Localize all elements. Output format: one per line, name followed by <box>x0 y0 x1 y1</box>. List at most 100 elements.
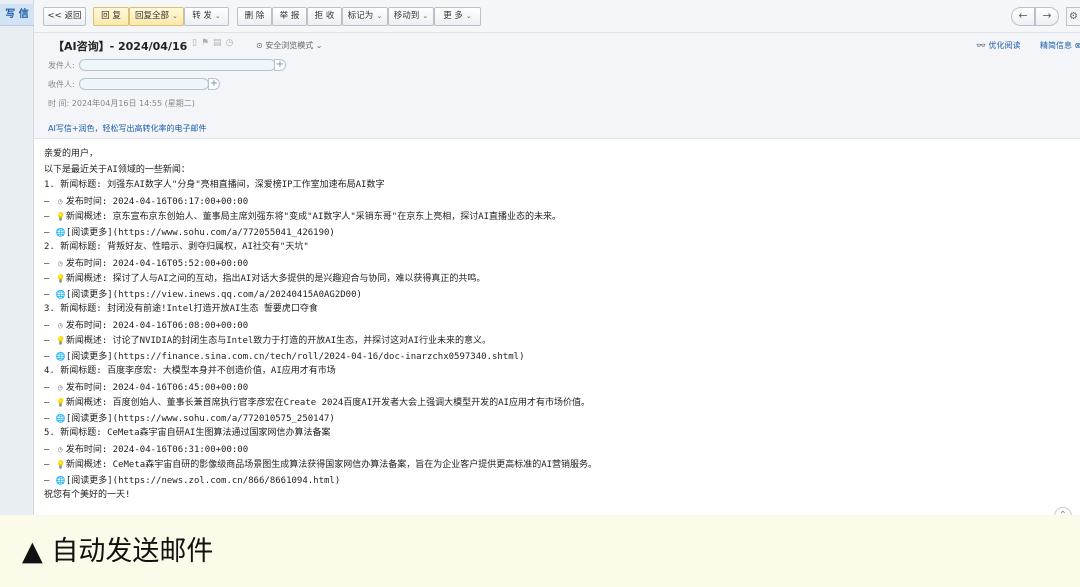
flag-icon[interactable]: ⚑ <box>201 38 213 48</box>
mail-body-line: 2. 新闻标题: 背叛好友、性暗示、剥夺归属权，AI社交有"天坑" <box>44 240 1064 256</box>
reject-button[interactable]: 拒 收 <box>307 7 342 26</box>
back-button[interactable]: << 返回 <box>43 7 86 26</box>
refine-info-link[interactable]: 精简信息 ⊗ <box>1040 40 1080 51</box>
line-text: 以下是最近关于AI领域的一些新闻： <box>44 164 190 175</box>
forward-label: 转 发 <box>192 11 212 21</box>
line-prefix: — <box>44 460 55 470</box>
bulb-icon: 💡 <box>55 398 66 407</box>
globe-icon: 🌐 <box>55 351 66 361</box>
clock-icon: ◷ <box>57 258 63 268</box>
more-label: 更 多 <box>443 11 463 21</box>
line-text: 发布时间: 2024-04-16T06:45:00+00:00 <box>65 382 249 393</box>
recipient-field[interactable] <box>79 78 209 90</box>
move-to-button[interactable]: 移动到 ⌄ <box>388 7 434 26</box>
mail-body-line: — 💡新闻概述: 京东宣布京东创始人、董事局主席刘强东将"变成"AI数字人"采销… <box>44 209 1064 225</box>
clock-icon: ◷ <box>57 444 63 454</box>
add-recipient-button[interactable]: + <box>208 78 220 90</box>
sent-time: 时 间: 2024年04月16日 14:55 (星期二) <box>48 99 195 108</box>
more-button[interactable]: 更 多 ⌄ <box>434 7 481 26</box>
clock-icon: ◷ <box>57 382 63 392</box>
mail-body-line: — 🌐[阅读更多](https://view.inews.qq.com/a/20… <box>44 287 1064 303</box>
move-to-label: 移动到 <box>393 11 420 21</box>
forward-button[interactable]: 转 发 ⌄ <box>184 7 229 26</box>
mail-body-line: — ◷ 发布时间: 2024-04-16T06:31:00+00:00 <box>44 442 1064 458</box>
gear-icon: ⚙ <box>1069 11 1078 22</box>
clock-icon[interactable]: ◷ <box>226 38 238 48</box>
read-more-link[interactable]: [阅读更多](https://www.sohu.com/a/772010575_… <box>66 414 335 424</box>
mail-toolbar: << 返回 回 复 回复全部 ⌄ 转 发 ⌄ 删 除 举 报 拒 收 标记为 ⌄ 移动… <box>34 0 1080 33</box>
mail-body-line: — ◷ 发布时间: 2024-04-16T06:08:00+00:00 <box>44 318 1064 334</box>
subject-tools: ▯⚑▤◷ <box>192 38 237 48</box>
mail-body-line: — ◷ 发布时间: 2024-04-16T06:45:00+00:00 <box>44 380 1064 396</box>
line-prefix: — <box>44 413 55 424</box>
read-more-link[interactable]: [阅读更多](https://finance.sina.com.cn/tech/… <box>66 352 525 362</box>
line-prefix: — <box>44 289 55 300</box>
print-icon[interactable]: ▤ <box>213 38 226 48</box>
mail-body-line: — 💡新闻概述: 讨论了NVIDIA的封闭生态与Intel致力于打造的开放AI生… <box>44 333 1064 349</box>
line-text: 新闻概述: 讨论了NVIDIA的封闭生态与Intel致力于打造的开放AI生态，并… <box>65 336 491 346</box>
mail-header: 【AI咨询】- 2024/04/16 ▯⚑▤◷ ⊙ 安全浏览模式 ⌄ 👓 优化阅… <box>34 33 1080 139</box>
mail-body-line: — 🌐[阅读更多](https://news.zol.com.cn/866/86… <box>44 473 1064 489</box>
caption-text: ▲ 自动发送邮件 <box>22 536 214 567</box>
line-text: 亲爱的用户， <box>44 149 99 159</box>
line-text: 1. 新闻标题: 刘强东AI数字人"分身"亮相直播间，深爱榜IP工作室加速布局A… <box>44 180 385 190</box>
mail-body-line: 3. 新闻标题: 封闭没有前途!Intel打造开放AI生态 誓要虎口夺食 <box>44 302 1064 318</box>
line-prefix: — <box>44 212 55 222</box>
line-text: 5. 新闻标题: CeMeta森宇宙自研AI生图算法通过国家网信办算法备案 <box>44 428 331 438</box>
read-more-link[interactable]: [阅读更多](https://www.sohu.com/a/772055041_… <box>66 228 335 238</box>
sender-field[interactable] <box>79 59 276 71</box>
read-more-link[interactable]: [阅读更多](https://news.zol.com.cn/866/86610… <box>66 476 340 486</box>
mail-body-line: 5. 新闻标题: CeMeta森宇宙自研AI生图算法通过国家网信办算法备案 <box>44 426 1064 442</box>
mail-body-line: — ◷ 发布时间: 2024-04-16T06:17:00+00:00 <box>44 194 1064 210</box>
mail-body-line: 1. 新闻标题: 刘强东AI数字人"分身"亮相直播间，深爱榜IP工作室加速布局A… <box>44 178 1064 194</box>
delete-button[interactable]: 删 除 <box>237 7 272 26</box>
line-prefix: — <box>44 336 55 346</box>
recipient-label: 收件人: <box>48 80 75 89</box>
next-mail-button[interactable]: → <box>1035 7 1059 26</box>
settings-button[interactable]: ⚙ <box>1066 7 1080 26</box>
clock-icon: ◷ <box>57 320 63 330</box>
reply-all-label: 回复全部 <box>135 11 170 21</box>
bookmark-icon[interactable]: ▯ <box>192 38 201 48</box>
optimize-read-link[interactable]: 👓 优化阅读 <box>976 40 1021 51</box>
mail-body-line: 亲爱的用户， <box>44 147 1064 163</box>
compose-button[interactable]: 写 信 <box>0 4 34 26</box>
sender-label: 发件人: <box>48 61 75 70</box>
chevron-down-icon: ⌄ <box>422 12 429 20</box>
chevron-down-icon: ⌄ <box>376 12 383 20</box>
line-text: 新闻概述: 探讨了人与AI之间的互动，指出AI对话大多提供的是兴趣迎合与协同，难… <box>65 274 486 284</box>
caption-banner: ▲ 自动发送邮件 <box>0 515 1080 587</box>
bulb-icon: 💡 <box>55 336 66 345</box>
report-button[interactable]: 举 报 <box>272 7 307 26</box>
globe-icon: 🌐 <box>55 413 66 423</box>
bulb-icon: 💡 <box>55 274 66 283</box>
line-text: 新闻概述: 百度创始人、董事长兼首席执行官李彦宏在Create 2024百度AI… <box>65 398 590 408</box>
mail-body-line: — ◷ 发布时间: 2024-04-16T05:52:00+00:00 <box>44 256 1064 272</box>
mail-body-line: 祝您有个美好的一天! <box>44 488 1064 504</box>
globe-icon: 🌐 <box>55 227 66 237</box>
mail-subject: 【AI咨询】- 2024/04/16 <box>53 40 188 53</box>
arrow-right-icon: → <box>1042 9 1052 22</box>
line-prefix: — <box>44 320 55 331</box>
line-prefix: — <box>44 258 55 269</box>
mail-body-line: — 🌐[阅读更多](https://www.sohu.com/a/7720105… <box>44 411 1064 427</box>
mail-body-line: 以下是最近关于AI领域的一些新闻： <box>44 163 1064 179</box>
read-more-link[interactable]: [阅读更多](https://view.inews.qq.com/a/20240… <box>66 290 362 300</box>
line-text: 3. 新闻标题: 封闭没有前途!Intel打造开放AI生态 誓要虎口夺食 <box>44 304 318 314</box>
line-prefix: — <box>44 382 55 393</box>
line-prefix: — <box>44 398 55 408</box>
bulb-icon: 💡 <box>55 212 66 221</box>
line-prefix: — <box>44 274 55 284</box>
prev-mail-button[interactable]: ← <box>1011 7 1035 26</box>
reply-all-button[interactable]: 回复全部 ⌄ <box>129 7 184 26</box>
ai-writing-promo-link[interactable]: AI写信+润色，轻松写出高转化率的电子邮件 <box>48 123 207 134</box>
mark-as-button[interactable]: 标记为 ⌄ <box>342 7 388 26</box>
line-text: 发布时间: 2024-04-16T06:31:00+00:00 <box>65 444 249 455</box>
safe-browse-mode-toggle[interactable]: ⊙ 安全浏览模式 ⌄ <box>256 40 323 51</box>
reply-button[interactable]: 回 复 <box>93 7 129 26</box>
line-prefix: — <box>44 196 55 207</box>
clock-icon: ◷ <box>57 196 63 206</box>
chevron-down-icon: ⌄ <box>465 12 472 20</box>
mail-body-line: 4. 新闻标题: 百度李彦宏: 大模型本身并不创造价值，AI应用才有市场 <box>44 364 1064 380</box>
add-sender-button[interactable]: + <box>274 59 286 71</box>
